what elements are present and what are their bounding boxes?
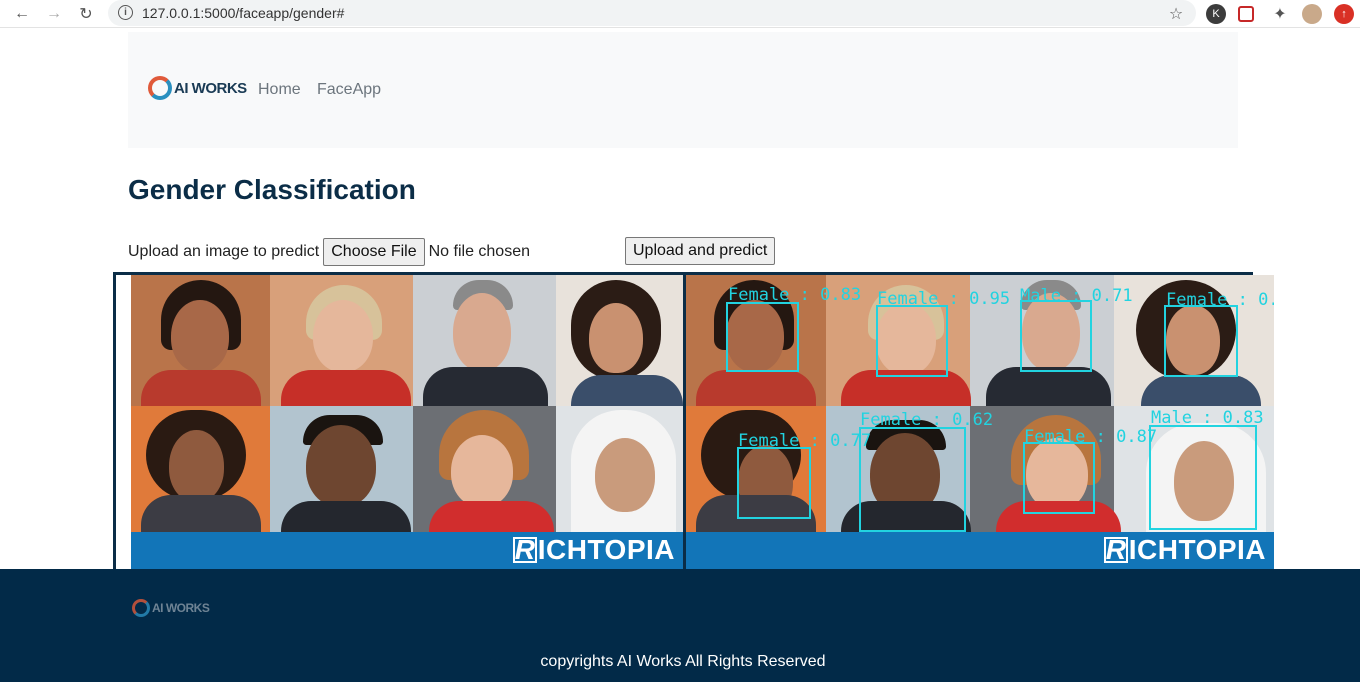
predicted-image: RICHTOPIA Female : 0.83 Female : 0.95 Ma… (686, 275, 1274, 569)
navbar: AI WORKS Home FaceApp (128, 32, 1238, 148)
brand-banner: RICHTOPIA (686, 532, 1274, 569)
browser-toolbar: ← → ↻ i 127.0.0.1:5000/faceapp/gender# ☆… (0, 0, 1360, 28)
extension-pocket-icon[interactable] (1238, 6, 1254, 22)
page-title: Gender Classification (128, 174, 416, 205)
back-icon[interactable]: ← (12, 4, 32, 24)
brand-banner: RICHTOPIA (131, 532, 683, 569)
footer-logo[interactable]: AI WORKS (132, 599, 210, 617)
prediction-label: Female : 0.77 (738, 431, 872, 451)
banner-r-mark: R (512, 534, 537, 565)
footer-brand-text: AI WORKS (152, 601, 210, 615)
banner-r-mark: R (1103, 534, 1128, 565)
star-icon[interactable]: ☆ (1166, 4, 1186, 24)
extension-k-icon[interactable]: K (1206, 4, 1226, 24)
forward-icon[interactable]: → (44, 4, 64, 24)
detection-box (1164, 305, 1238, 377)
detection-box (726, 302, 799, 372)
detection-box (1020, 300, 1092, 372)
update-icon[interactable]: ↑ (1334, 4, 1354, 24)
upload-label: Upload an image to predict (128, 243, 320, 260)
banner-text: ICHTOPIA (1128, 534, 1266, 565)
upload-form: Upload an image to predict Choose File N… (128, 238, 530, 266)
brand-logo[interactable]: AI WORKS (148, 76, 247, 100)
logo-ring-icon (132, 599, 150, 617)
footer: AI WORKS copyrights AI Works All Rights … (0, 569, 1360, 682)
prediction-label: Female : 0.62 (860, 410, 994, 430)
no-file-text: No file chosen (428, 243, 530, 260)
prediction-label: Female : 0.87 (1024, 427, 1158, 447)
url-text[interactable]: 127.0.0.1:5000/faceapp/gender# (142, 5, 344, 21)
brand-text: AI WORKS (174, 79, 247, 97)
detection-box (1023, 442, 1095, 514)
prediction-label: Male : 0.83 (1151, 408, 1264, 428)
banner-text: ICHTOPIA (537, 534, 675, 565)
prediction-label: Female : 0. (1166, 290, 1274, 310)
detection-box (859, 427, 966, 532)
detection-box (876, 305, 948, 377)
prediction-label: Female : 0.95 (877, 289, 1011, 309)
reload-icon[interactable]: ↻ (76, 4, 96, 24)
puzzle-icon[interactable]: ✦ (1270, 4, 1290, 24)
detection-box (1149, 425, 1257, 530)
profile-avatar-icon[interactable] (1302, 4, 1322, 24)
original-image: RICHTOPIA (131, 275, 683, 569)
detection-box (737, 447, 811, 519)
nav-faceapp[interactable]: FaceApp (317, 81, 381, 99)
prediction-label: Female : 0.83 (728, 285, 862, 305)
upload-predict-button[interactable]: Upload and predict (625, 237, 776, 265)
logo-ring-icon (148, 76, 172, 100)
info-icon[interactable]: i (118, 5, 133, 20)
prediction-label: Male : 0.71 (1020, 286, 1133, 306)
nav-home[interactable]: Home (258, 81, 301, 99)
copyright-text: copyrights AI Works All Rights Reserved (540, 653, 826, 670)
choose-file-button[interactable]: Choose File (323, 238, 425, 266)
